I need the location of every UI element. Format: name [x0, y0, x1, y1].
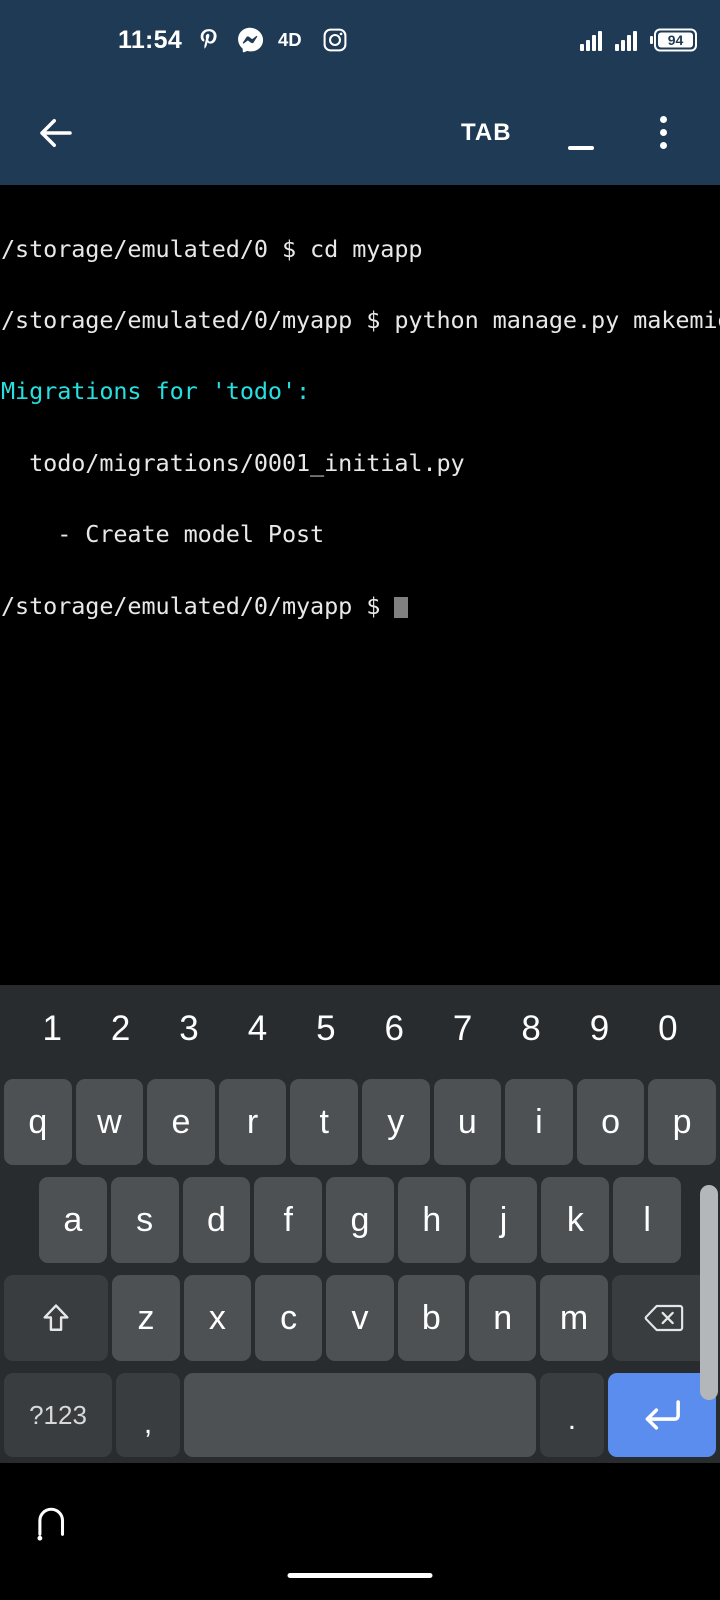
- home-indicator[interactable]: [287, 1573, 433, 1578]
- key-2[interactable]: 2: [86, 985, 154, 1073]
- key-v[interactable]: v: [326, 1275, 394, 1361]
- key-9[interactable]: 9: [565, 985, 633, 1073]
- terminal-prompt: /storage/emulated/0/myapp $: [1, 591, 395, 620]
- shift-arrow-icon: [39, 1301, 73, 1335]
- more-dot-icon: [659, 142, 667, 149]
- backspace-icon: [644, 1302, 684, 1334]
- terminal-line: todo/migrations/0001_initial.py: [1, 448, 465, 477]
- app-toolbar: TAB: [0, 80, 720, 185]
- symbols-key[interactable]: ?123: [4, 1373, 112, 1457]
- fourd-app-icon: 4D: [278, 27, 308, 53]
- key-z[interactable]: z: [112, 1275, 180, 1361]
- key-r[interactable]: r: [218, 1079, 287, 1165]
- return-arrow-icon: [641, 1395, 683, 1435]
- key-5[interactable]: 5: [292, 985, 360, 1073]
- key-u[interactable]: u: [433, 1079, 502, 1165]
- keyboard-scrollbar[interactable]: [700, 1185, 718, 1400]
- keyboard-row-asdf: a s d f g h j k l: [0, 1171, 720, 1269]
- signal-bars-icon: [615, 29, 641, 51]
- shift-key[interactable]: [4, 1275, 109, 1361]
- overflow-menu-button[interactable]: [640, 107, 686, 159]
- key-y[interactable]: y: [361, 1079, 430, 1165]
- key-q[interactable]: q: [4, 1079, 72, 1165]
- key-e[interactable]: e: [147, 1079, 215, 1165]
- key-4[interactable]: 4: [223, 985, 291, 1073]
- minimize-button[interactable]: [556, 110, 606, 156]
- key-g[interactable]: g: [326, 1177, 394, 1263]
- key-l[interactable]: l: [613, 1177, 682, 1263]
- status-bar-clock: 11:54: [118, 25, 183, 54]
- pinterest-icon: [196, 27, 222, 53]
- onscreen-keyboard: 1 2 3 4 5 6 7 8 9 0 q w e r t y u i o p …: [0, 985, 720, 1463]
- back-arrow-icon: [35, 112, 77, 154]
- keyboard-row-numbers: 1 2 3 4 5 6 7 8 9 0: [0, 985, 720, 1073]
- phone-screen: 11:54 4D 94 TAB /storage/emulated/0 $ cd…: [0, 0, 720, 1600]
- key-c[interactable]: c: [255, 1275, 323, 1361]
- key-k[interactable]: k: [541, 1177, 610, 1263]
- terminal-prompt-line: /storage/emulated/0/myapp $: [1, 591, 720, 620]
- key-1[interactable]: 1: [18, 985, 86, 1073]
- key-a[interactable]: a: [39, 1177, 107, 1263]
- terminal-line: Migrations for 'todo':: [1, 377, 311, 406]
- key-b[interactable]: b: [397, 1275, 465, 1361]
- terminal-line: /storage/emulated/0 $ cd myapp: [1, 234, 423, 263]
- key-7[interactable]: 7: [428, 985, 496, 1073]
- more-dot-icon: [659, 116, 667, 123]
- hide-keyboard-icon: [31, 1502, 73, 1544]
- key-h[interactable]: h: [397, 1177, 466, 1263]
- key-o[interactable]: o: [576, 1079, 645, 1165]
- instagram-icon: [322, 27, 348, 53]
- more-dot-icon: [659, 129, 667, 136]
- tab-button[interactable]: TAB: [461, 119, 512, 147]
- comma-key[interactable]: ,: [115, 1373, 181, 1457]
- key-i[interactable]: i: [505, 1079, 573, 1165]
- hide-keyboard-button[interactable]: [26, 1497, 78, 1549]
- signal-bars-icon: [580, 29, 606, 51]
- key-3[interactable]: 3: [155, 985, 223, 1073]
- key-j[interactable]: j: [469, 1177, 538, 1263]
- key-8[interactable]: 8: [497, 985, 565, 1073]
- key-s[interactable]: s: [110, 1177, 179, 1263]
- keyboard-row-zxcv: z x c v b n m: [0, 1269, 720, 1367]
- terminal-line: /storage/emulated/0/myapp $ python manag…: [1, 305, 720, 334]
- key-d[interactable]: d: [182, 1177, 251, 1263]
- terminal-cursor: [394, 596, 409, 618]
- battery-icon: 94: [650, 27, 698, 53]
- key-t[interactable]: t: [290, 1079, 358, 1165]
- svg-text:4D: 4D: [278, 29, 302, 50]
- terminal-line: - Create model Post: [1, 520, 325, 549]
- messenger-icon: [236, 26, 264, 54]
- key-m[interactable]: m: [540, 1275, 608, 1361]
- key-w[interactable]: w: [75, 1079, 144, 1165]
- status-bar: 11:54 4D 94: [0, 0, 720, 80]
- key-n[interactable]: n: [469, 1275, 537, 1361]
- space-key[interactable]: [184, 1373, 536, 1457]
- keyboard-row-qwerty: q w e r t y u i o p: [0, 1073, 720, 1171]
- system-nav-bar: [0, 1463, 720, 1600]
- key-0[interactable]: 0: [634, 985, 702, 1073]
- key-f[interactable]: f: [254, 1177, 323, 1263]
- minimize-icon: [568, 145, 594, 150]
- period-key[interactable]: .: [539, 1373, 604, 1457]
- back-button[interactable]: [30, 107, 82, 159]
- key-6[interactable]: 6: [360, 985, 428, 1073]
- key-p[interactable]: p: [648, 1079, 716, 1165]
- terminal-output[interactable]: /storage/emulated/0 $ cd myapp /storage/…: [0, 185, 720, 985]
- battery-level-text: 94: [668, 32, 684, 48]
- status-bar-left: 11:54 4D: [118, 26, 348, 55]
- key-x[interactable]: x: [183, 1275, 252, 1361]
- status-bar-right: 94: [580, 0, 698, 80]
- keyboard-row-bottom: ?123 , .: [0, 1367, 720, 1463]
